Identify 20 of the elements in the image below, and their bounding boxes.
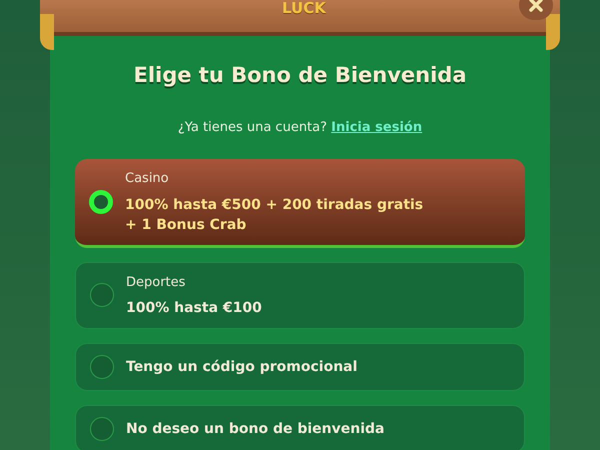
option-description: 100% hasta €500 + 200 tiradas gratis + 1 Bonus Crab <box>125 196 424 234</box>
login-link[interactable]: Inicia sesión <box>331 120 422 134</box>
option-category: Deportes <box>126 274 186 292</box>
bonus-option[interactable]: Tengo un código promocional <box>75 343 525 391</box>
option-label: Tengo un código promocional <box>126 358 358 376</box>
radio-button[interactable] <box>90 355 114 379</box>
radio-button[interactable] <box>90 417 114 441</box>
close-icon <box>528 0 544 13</box>
account-prompt: ¿Ya tienes una cuenta? <box>178 120 328 134</box>
bonus-option[interactable]: Deportes 100% hasta €100 <box>75 262 525 329</box>
option-category: Casino <box>125 170 170 188</box>
radio-button[interactable] <box>90 283 114 308</box>
bonus-option[interactable]: Casino 100% hasta €500 + 200 tiradas gratis + 1 Bonus Crab <box>75 159 525 248</box>
corner-ornament <box>546 14 560 50</box>
bonus-option[interactable]: No deseo un bono de bienvenida <box>75 405 525 450</box>
logo-text: LUCK <box>282 0 326 16</box>
option-label: No deseo un bono de bienvenida <box>126 420 384 438</box>
corner-ornament <box>40 14 54 50</box>
option-description: 100% hasta €100 <box>126 299 262 318</box>
dialog-title: Elige tu Bono de Bienvenida <box>133 62 467 89</box>
